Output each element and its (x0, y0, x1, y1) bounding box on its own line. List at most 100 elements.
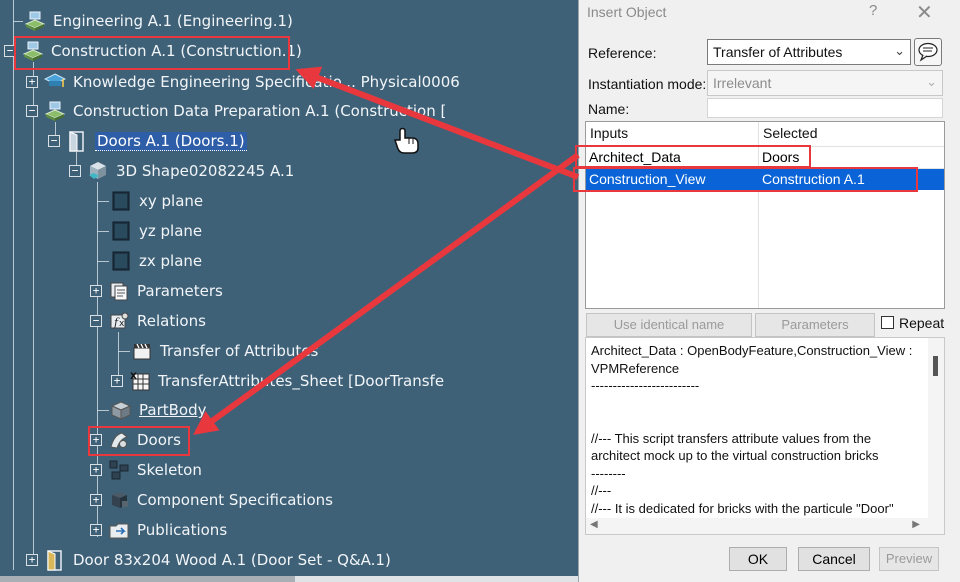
expand-toggle[interactable]: + (26, 76, 38, 88)
description-panel[interactable]: Architect_Data : OpenBodyFeature,Constru… (585, 337, 945, 535)
collapse-toggle[interactable]: − (69, 165, 81, 177)
tree-node-construction-data-preparation[interactable]: − Construction Data Preparation A.1 (Con… (26, 98, 446, 124)
table-row-selected[interactable]: Construction_View Construction A.1 (586, 168, 944, 190)
tree-node-skeleton[interactable]: + Skeleton (90, 457, 202, 483)
description-line: VPMReference (591, 360, 680, 376)
description-vertical-scrollbar[interactable] (928, 338, 944, 518)
use-identical-name-button[interactable]: Use identical name (586, 313, 752, 337)
partbody-icon (110, 399, 132, 421)
tree-node-label: Knowledge Engineering Specificatio... Ph… (73, 73, 460, 91)
tree-node-label: PartBody (139, 401, 207, 419)
scroll-right-icon[interactable]: ▶ (912, 519, 920, 530)
tree-node-label: Relations (137, 312, 206, 330)
tree-node-label: Transfer of Attributes (160, 342, 319, 360)
preview-button[interactable]: Preview (879, 547, 939, 571)
expand-toggle[interactable]: + (90, 524, 102, 536)
help-icon[interactable]: ? (869, 2, 877, 19)
description-line: ------------------------- (591, 378, 700, 393)
close-icon[interactable]: ✕ (916, 0, 933, 25)
collapse-toggle[interactable]: − (4, 45, 16, 57)
tree-node-label: Component Specifications (137, 491, 333, 509)
tree-node-label: 3D Shape02082245 A.1 (116, 162, 295, 180)
sheet-icon: X (129, 370, 151, 392)
expand-toggle[interactable]: + (111, 375, 123, 387)
skeleton-icon (108, 459, 130, 481)
tree-node-label: Door 83x204 Wood A.1 (Door Set - Q&A.1) (73, 551, 391, 569)
instantiation-mode-combo[interactable]: Irrelevant ⌄ (707, 70, 943, 96)
scrollbar-thumb[interactable] (0, 576, 295, 582)
expand-toggle[interactable]: + (90, 494, 102, 506)
door-icon (44, 549, 66, 571)
tree-node-door-83x204[interactable]: + Door 83x204 Wood A.1 (Door Set - Q&A.1… (26, 547, 391, 573)
tree-node-label: Doors (137, 431, 181, 449)
tree-node-xy-plane[interactable]: xy plane (110, 188, 203, 214)
tree-node-transferattributes-sheet[interactable]: + X TransferAttributes_Sheet [DoorTransf… (111, 368, 444, 394)
tree-node-transfer-of-attributes[interactable]: Transfer of Attributes (131, 338, 318, 364)
product-icon (22, 40, 44, 62)
repeat-checkbox[interactable] (881, 316, 894, 329)
tree-node-3d-shape[interactable]: − 3D Shape02082245 A.1 (69, 158, 294, 184)
cancel-button[interactable]: Cancel (798, 547, 870, 571)
description-line: -------- (591, 465, 626, 481)
repeat-label: Repeat (899, 315, 945, 331)
tree-node-doors-a1[interactable]: − Doors A.1 (Doors.1) (48, 128, 247, 154)
collapse-toggle[interactable]: − (26, 105, 38, 117)
tree-node-doors[interactable]: + Doors (90, 427, 181, 453)
tree-node-label: Skeleton (137, 461, 202, 479)
selected-cell: Construction A.1 (762, 171, 865, 187)
clapperboard-icon (131, 340, 153, 362)
scrollbar-thumb[interactable] (933, 356, 938, 376)
tree-horizontal-scrollbar[interactable] (0, 576, 580, 582)
tree-node-component-specifications[interactable]: + Component Specifications (90, 487, 333, 513)
column-header-inputs[interactable]: Inputs (586, 122, 758, 144)
collapse-toggle[interactable]: − (90, 315, 102, 327)
scroll-left-icon[interactable]: ◀ (590, 519, 598, 530)
speech-bubble-icon[interactable] (914, 38, 942, 66)
parameters-button[interactable]: Parameters (755, 313, 875, 337)
column-header-selected[interactable]: Selected (759, 122, 944, 144)
component-icon (108, 489, 130, 511)
svg-text:x: x (119, 319, 125, 329)
plane-icon (110, 190, 132, 212)
table-row[interactable]: Architect_Data Doors (586, 146, 944, 168)
expand-toggle[interactable]: + (90, 285, 102, 297)
chevron-down-icon: ⌄ (894, 43, 905, 58)
tree-node-engineering[interactable]: Engineering A.1 (Engineering.1) (24, 8, 293, 34)
tree-node-yz-plane[interactable]: yz plane (110, 218, 202, 244)
plane-icon (110, 220, 132, 242)
svg-text:X: X (130, 372, 137, 382)
description-line: Architect_Data : OpenBodyFeature,Constru… (591, 343, 913, 358)
tree-node-publications[interactable]: + Publications (90, 517, 227, 543)
publications-icon (108, 519, 130, 541)
product-icon (44, 100, 66, 122)
description-horizontal-scrollbar[interactable]: ◀ ▶ (586, 518, 944, 534)
expand-toggle[interactable]: + (26, 554, 38, 566)
tree-node-label: Construction A.1 (Construction.1) (51, 42, 302, 60)
collapse-toggle[interactable]: − (48, 135, 60, 147)
tree-node-label: yz plane (139, 222, 203, 240)
ok-button[interactable]: OK (729, 547, 787, 571)
tree-node-construction[interactable]: − Construction A.1 (Construction.1) (4, 38, 302, 64)
insert-object-dialog: Insert Object ? ✕ Reference: Transfer of… (578, 0, 960, 582)
tree-node-relations[interactable]: − fx Relations (90, 308, 206, 334)
expand-toggle[interactable]: + (90, 434, 102, 446)
product-icon (24, 10, 46, 32)
reference-combo[interactable]: Transfer of Attributes ⌄ (707, 39, 911, 65)
tree-node-label: Parameters (137, 282, 223, 300)
geoset-icon (108, 429, 130, 451)
specification-tree[interactable]: Engineering A.1 (Engineering.1) − Constr… (0, 0, 580, 582)
input-cell: Architect_Data (589, 149, 681, 165)
knowledge-icon (44, 71, 66, 93)
tree-node-parameters[interactable]: + Parameters (90, 278, 223, 304)
tree-node-zx-plane[interactable]: zx plane (110, 248, 202, 274)
tree-node-label: Engineering A.1 (Engineering.1) (53, 12, 293, 30)
relations-icon: fx (108, 310, 130, 332)
expand-toggle[interactable]: + (90, 464, 102, 476)
dialog-titlebar[interactable]: Insert Object ? ✕ (579, 0, 960, 26)
dialog-title: Insert Object (587, 4, 667, 20)
tree-node-label: xy plane (139, 192, 204, 210)
tree-node-knowledge[interactable]: + Knowledge Engineering Specificatio... … (26, 69, 460, 95)
tree-node-partbody[interactable]: PartBody (110, 397, 206, 423)
name-field[interactable] (707, 98, 943, 118)
tree-node-label: Construction Data Preparation A.1 (Const… (73, 102, 447, 120)
